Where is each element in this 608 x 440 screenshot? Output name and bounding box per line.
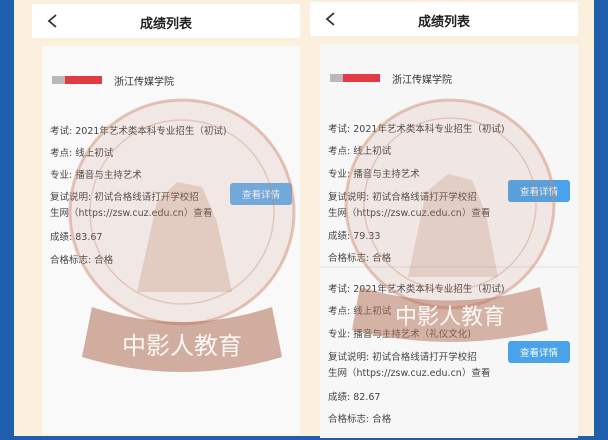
note-line-2: 生网（https://zsw.cuz.edu.cn）查看 [328,368,491,379]
pass-line: 合格标志: 合格 [328,253,392,264]
school-logo [330,74,380,82]
note-line: 复试说明: 初试合格线请打开学校招 [50,192,199,203]
school-logo [52,76,102,84]
right-screenshot: 成绩列表 浙江传媒学院 考试: 2021年艺术类本科专业招生（初试) 考点: 线… [310,0,578,440]
exam-line: 考试: 2021年艺术类本科专业招生（初试) [328,284,505,295]
exam-line: 考试: 2021年艺术类本科专业招生（初试) [50,126,227,137]
page-title: 成绩列表 [417,15,470,30]
view-details-button[interactable]: 查看详情 [508,180,570,202]
nav-bar: 成绩列表 [32,4,300,38]
exam-line: 考试: 2021年艺术类本科专业招生（初试) [328,124,505,135]
major-line: 专业: 播音与主持艺术（礼仪文化) [328,329,471,340]
major-line: 专业: 播音与主持艺术 [50,170,142,181]
venue-line: 考点: 线上初试 [50,148,114,159]
score-line: 成绩: 79.33 [328,231,381,242]
pass-line: 合格标志: 合格 [328,414,392,425]
score-card: 浙江传媒学院 考试: 2021年艺术类本科专业招生（初试) 考点: 线上初试 专… [320,44,578,438]
school-name: 浙江传媒学院 [392,75,452,86]
score-line: 成绩: 82.67 [328,392,381,403]
page-title: 成绩列表 [139,17,192,32]
score-line: 成绩: 83.67 [50,232,103,243]
score-card: 浙江传媒学院 考试: 2021年艺术类本科专业招生（初试) 考点: 线上初试 专… [42,46,300,434]
nav-bar: 成绩列表 [310,2,578,36]
pass-line: 合格标志: 合格 [50,255,114,266]
school-name: 浙江传媒学院 [114,77,174,88]
view-details-button[interactable]: 查看详情 [508,341,570,363]
note-line-2: 生网（https://zsw.cuz.edu.cn）查看 [328,208,491,219]
major-line: 专业: 播音与主持艺术 [328,169,420,180]
left-screenshot: 成绩列表 浙江传媒学院 考试: 2021年艺术类本科专业招生（初试) 考点: 线… [32,0,300,440]
record-divider [320,266,578,268]
note-line-2: 生网（https://zsw.cuz.edu.cn）查看 [50,208,213,219]
venue-line: 考点: 线上初试 [328,146,392,157]
note-line: 复试说明: 初试合格线请打开学校招 [328,192,477,203]
note-line: 复试说明: 初试合格线请打开学校招 [328,352,477,363]
venue-line: 考点: 线上初试 [328,306,392,317]
view-details-button[interactable]: 查看详情 [230,183,292,205]
